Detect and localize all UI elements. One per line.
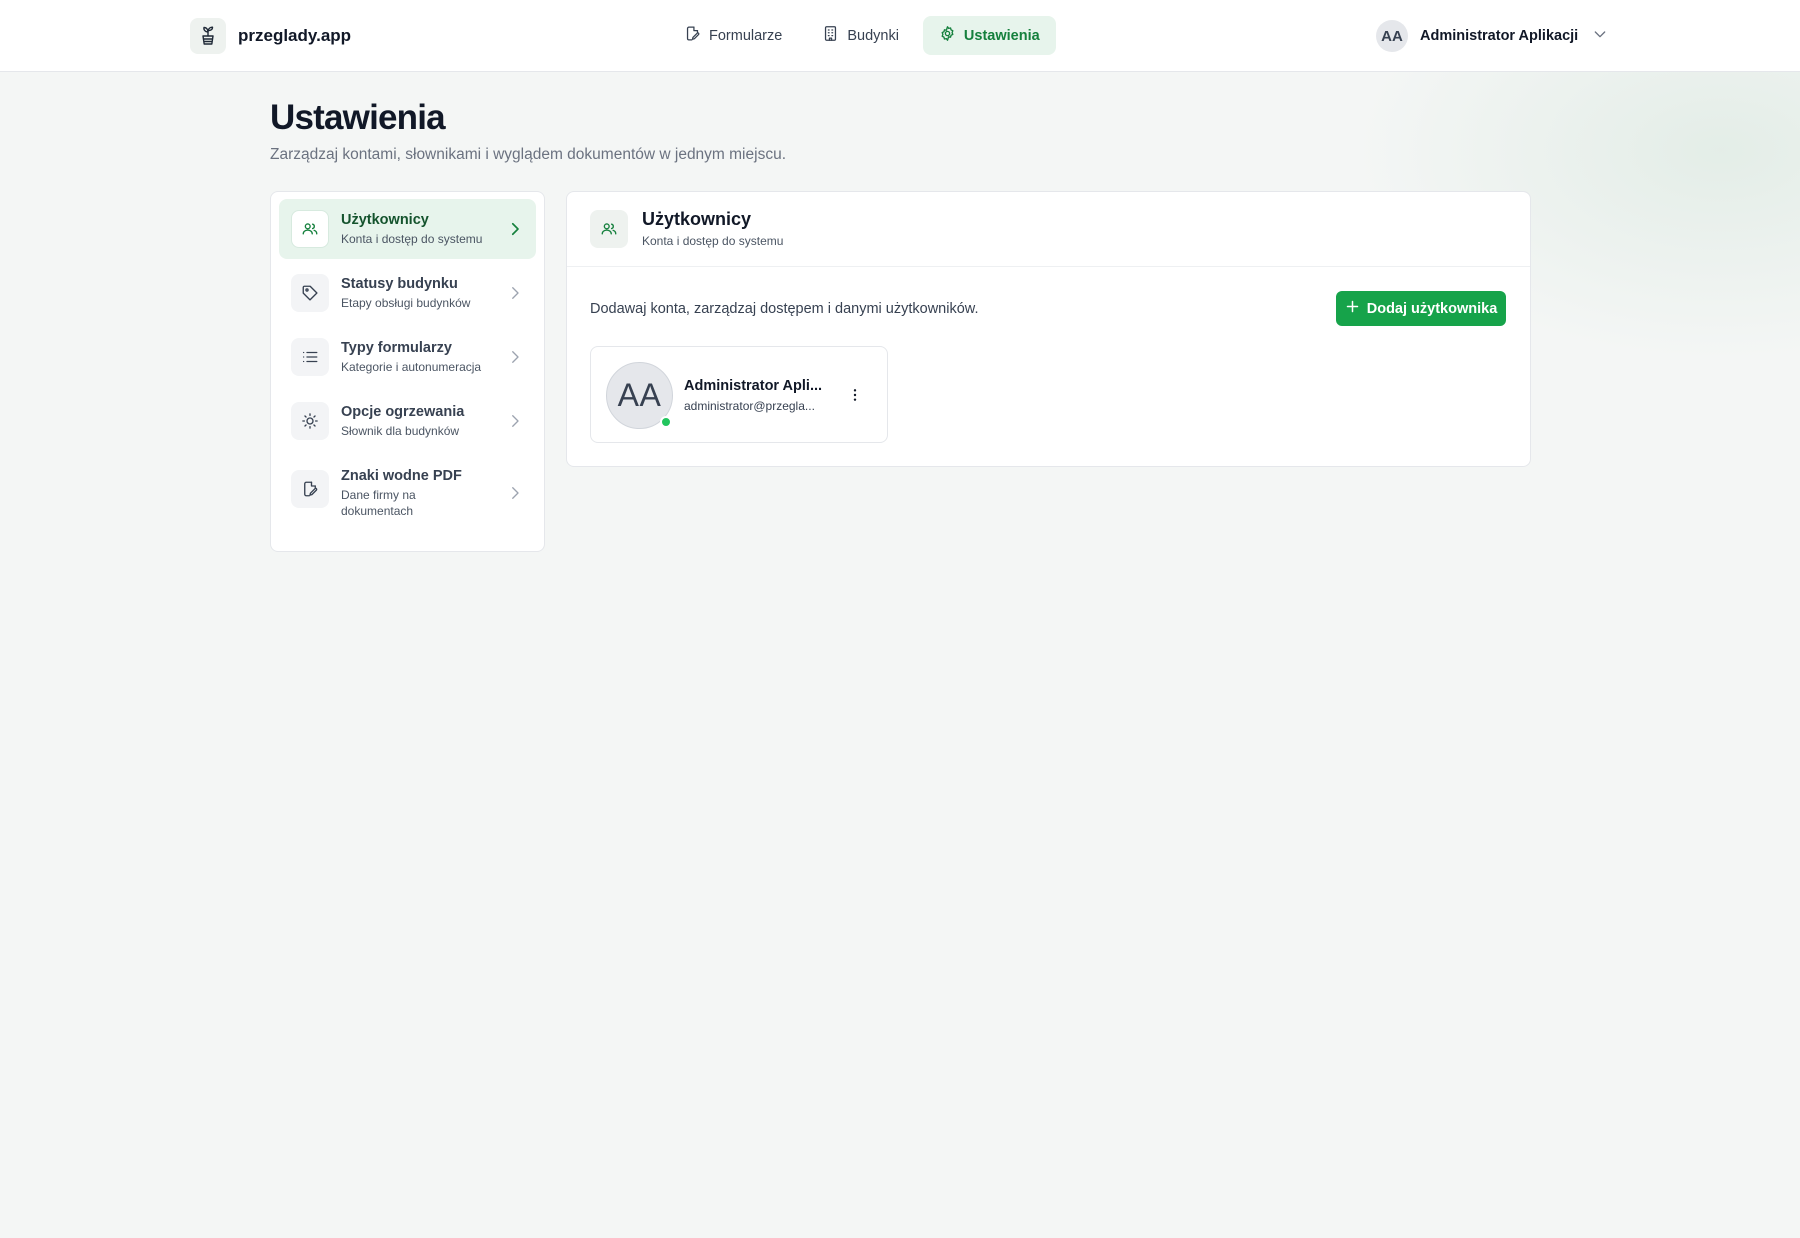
settings-item-description: Słownik dla budynków: [341, 424, 460, 438]
settings-item-title: Typy formularzy: [341, 340, 452, 356]
settings-item-text: Statusy budynku Etapy obsługi budynków: [341, 274, 506, 311]
building-icon: [822, 25, 839, 46]
add-user-button[interactable]: Dodaj użytkownika: [1336, 291, 1506, 326]
users-icon: [291, 210, 329, 248]
tag-icon: [291, 274, 329, 312]
chevron-down-icon[interactable]: [1592, 26, 1608, 47]
user-card-name: Administrator Apli...: [684, 378, 823, 394]
settings-item-opcje-ogrzewania[interactable]: Opcje ogrzewania Słownik dla budynków: [279, 391, 536, 451]
chevron-right-icon: [506, 348, 524, 371]
settings-item-text: Typy formularzy Kategorie i autonumeracj…: [341, 338, 506, 375]
top-navigation-bar: przeglady.app Formularze Budynki Ustawie…: [0, 0, 1800, 72]
page-title: Ustawienia: [270, 98, 446, 137]
list-icon: [291, 338, 329, 376]
brand[interactable]: przeglady.app: [190, 18, 351, 54]
settings-item-title: Użytkownicy: [341, 212, 429, 228]
panel-title: Użytkownicy: [642, 209, 752, 229]
main-nav: Formularze Budynki Ustawienia: [668, 16, 1056, 55]
gear-icon: [939, 25, 956, 46]
users-panel: Użytkownicy Konta i dostęp do systemu Do…: [566, 191, 1531, 467]
sun-icon: [291, 402, 329, 440]
nav-item-budynki[interactable]: Budynki: [806, 16, 915, 55]
settings-item-statusy-budynku[interactable]: Statusy budynku Etapy obsługi budynków: [279, 263, 536, 323]
edit-file-icon: [684, 25, 701, 46]
nav-label: Ustawienia: [963, 27, 1040, 44]
online-status-indicator: [660, 416, 672, 428]
edit-file-icon: [291, 470, 329, 508]
panel-header: Użytkownicy Konta i dostęp do systemu: [567, 192, 1530, 267]
chevron-right-icon: [506, 220, 524, 243]
brand-name: przeglady.app: [238, 26, 352, 45]
page-subtitle: Zarządzaj kontami, słownikami i wyglądem…: [270, 146, 786, 163]
settings-menu: Użytkownicy Konta i dostęp do systemu St…: [270, 191, 545, 552]
settings-item-title: Statusy budynku: [341, 276, 458, 292]
panel-subtitle: Konta i dostęp do systemu: [642, 234, 784, 248]
user-card[interactable]: AA Administrator Apli... administrator@p…: [590, 346, 888, 443]
settings-item-description: Kategorie i autonumeracja: [341, 360, 482, 374]
settings-item-znaki-wodne-pdf[interactable]: Znaki wodne PDF Dane firmy na dokumentac…: [279, 455, 536, 530]
settings-item-description: Dane firmy na dokumentach: [341, 488, 416, 518]
settings-item-text: Opcje ogrzewania Słownik dla budynków: [341, 402, 506, 439]
plant-pot-icon: [190, 18, 226, 54]
nav-label: Budynki: [847, 27, 899, 44]
settings-item-title: Opcje ogrzewania: [341, 404, 465, 420]
user-menu[interactable]: AA Administrator Aplikacji: [1376, 20, 1608, 52]
chevron-right-icon: [506, 284, 524, 307]
nav-item-ustawienia[interactable]: Ustawienia: [922, 16, 1056, 55]
panel-description: Dodawaj konta, zarządzaj dostępem i dany…: [590, 301, 979, 317]
add-user-label: Dodaj użytkownika: [1366, 300, 1498, 317]
settings-item-description: Etapy obsługi budynków: [341, 296, 471, 310]
user-card-email: administrator@przegla...: [684, 399, 815, 413]
settings-item-typy-formularzy[interactable]: Typy formularzy Kategorie i autonumeracj…: [279, 327, 536, 387]
avatar: AA: [1376, 20, 1408, 52]
nav-item-formularze[interactable]: Formularze: [668, 16, 798, 55]
settings-item-uzytkownicy[interactable]: Użytkownicy Konta i dostęp do systemu: [279, 199, 536, 259]
settings-item-description: Konta i dostęp do systemu: [341, 232, 483, 246]
settings-item-text: Znaki wodne PDF Dane firmy na dokumentac…: [341, 466, 462, 519]
chevron-right-icon: [506, 484, 524, 507]
settings-item-text: Użytkownicy Konta i dostęp do systemu: [341, 210, 506, 247]
plus-icon: [1345, 299, 1360, 318]
chevron-right-icon: [506, 412, 524, 435]
settings-item-title: Znaki wodne PDF: [341, 468, 462, 484]
users-icon: [590, 210, 628, 248]
user-name: Administrator Aplikacji: [1420, 28, 1579, 44]
nav-label: Formularze: [709, 27, 783, 44]
more-vertical-icon[interactable]: [841, 380, 869, 410]
